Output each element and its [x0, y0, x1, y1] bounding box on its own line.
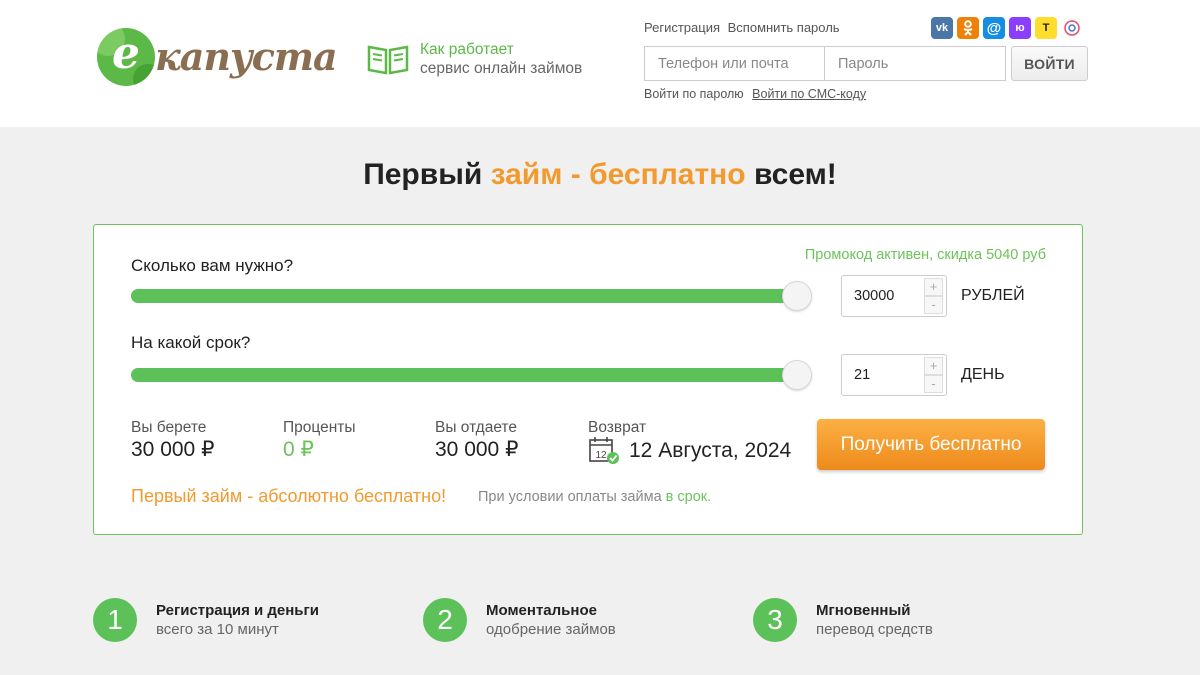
return-label: Возврат	[588, 419, 647, 436]
step-1: 1 Регистрация и деньги всего за 10 минут	[93, 598, 319, 642]
vk-icon[interactable]: vk	[931, 17, 953, 39]
step-2: 2 Моментальное одобрение займов	[423, 598, 616, 642]
calendar-day: 12	[595, 450, 607, 461]
give-label: Вы отдаете	[435, 419, 517, 436]
phone-or-email-input[interactable]	[645, 47, 825, 80]
step-number: 2	[423, 598, 467, 642]
step-title: Мгновенный	[816, 602, 911, 619]
condition-text: При условии оплаты займа в срок.	[478, 489, 711, 505]
how-it-works-link[interactable]: Как работает сервис онлайн займов	[366, 40, 582, 78]
term-slider-fill	[131, 368, 797, 382]
amount-minus-button[interactable]: -	[924, 296, 943, 314]
header: e капуста Как работает сервис онлайн зай…	[0, 0, 1200, 127]
amount-unit: РУБЛЕЙ	[961, 287, 1025, 304]
logo[interactable]: e капуста	[97, 24, 338, 90]
calendar-icon: 12	[589, 437, 619, 464]
term-minus-button[interactable]: -	[924, 375, 943, 393]
get-free-loan-button[interactable]: Получить бесплатно	[817, 419, 1045, 470]
headline-part3: всем!	[745, 158, 837, 191]
step-3: 3 Мгновенный перевод средств	[753, 598, 933, 642]
condition-highlight: в срок.	[665, 489, 712, 505]
amount-question: Сколько вам нужно?	[131, 256, 294, 275]
give-value: 30 000 ₽	[435, 438, 519, 461]
take-label: Вы берете	[131, 419, 207, 436]
free-loan-note: Первый займ - абсолютно бесплатно!	[131, 486, 447, 506]
amount-slider-fill	[131, 289, 797, 303]
step-number: 1	[93, 598, 137, 642]
login-method-links: Войти по паролю Войти по СМС-коду	[644, 87, 866, 101]
step-subtitle: всего за 10 минут	[156, 621, 279, 638]
logo-ball-icon: e	[97, 28, 155, 86]
term-unit: ДЕНЬ	[961, 366, 1005, 383]
amount-slider-handle[interactable]	[782, 281, 812, 311]
interest-value: 0 ₽	[283, 438, 314, 461]
amount-plus-button[interactable]: +	[924, 278, 943, 296]
step-number: 3	[753, 598, 797, 642]
how-it-works-subtitle: сервис онлайн займов	[420, 60, 583, 77]
loan-calculator: Промокод активен, скидка 5040 руб Скольк…	[93, 224, 1083, 535]
login-form	[644, 46, 1006, 81]
how-it-works-title: Как работает	[420, 41, 514, 58]
register-link[interactable]: Регистрация	[644, 20, 720, 35]
tinkoff-icon[interactable]: T	[1035, 17, 1057, 39]
term-slider-handle[interactable]	[782, 360, 812, 390]
logo-letter: e	[112, 28, 140, 79]
headline-part1: Первый	[363, 158, 491, 191]
term-value[interactable]: 21	[854, 367, 870, 383]
amount-stepper[interactable]: 30000 + -	[841, 275, 947, 317]
term-question: На какой срок?	[131, 333, 251, 352]
headline-highlight: займ - бесплатно	[490, 158, 746, 191]
password-input[interactable]	[825, 47, 1005, 80]
amount-slider[interactable]	[131, 281, 812, 311]
open-book-icon	[367, 45, 409, 75]
take-value: 30 000 ₽	[131, 438, 215, 461]
sber-icon[interactable]	[1061, 17, 1083, 39]
auth-links: Регистрация Вспомнить пароль	[644, 20, 844, 35]
term-stepper[interactable]: 21 + -	[841, 354, 947, 396]
social-login: vk @ ю T	[931, 17, 1083, 39]
promo-status: Промокод активен, скидка 5040 руб	[804, 247, 1046, 263]
term-plus-button[interactable]: +	[924, 357, 943, 375]
logo-word: капуста	[155, 34, 338, 79]
step-title: Моментальное	[486, 602, 597, 619]
amount-value[interactable]: 30000	[854, 288, 894, 304]
login-button[interactable]: ВОЙТИ	[1011, 46, 1088, 81]
odnoklassniki-icon[interactable]	[957, 17, 979, 39]
login-by-password-link[interactable]: Войти по паролю	[644, 87, 744, 101]
login-by-sms-link[interactable]: Войти по СМС-коду	[752, 87, 866, 101]
step-title: Регистрация и деньги	[156, 602, 320, 619]
page-headline: Первый займ - бесплатно всем!	[0, 158, 1200, 192]
term-slider[interactable]	[131, 360, 812, 390]
interest-label: Проценты	[283, 419, 356, 436]
yoomoney-icon[interactable]: ю	[1009, 17, 1031, 39]
step-subtitle: одобрение займов	[486, 621, 616, 638]
step-subtitle: перевод средств	[816, 621, 933, 638]
condition-main: При условии оплаты займа	[478, 489, 666, 505]
mailru-icon[interactable]: @	[983, 17, 1005, 39]
recover-password-link[interactable]: Вспомнить пароль	[728, 20, 840, 35]
return-date: 12 Августа, 2024	[629, 439, 792, 462]
